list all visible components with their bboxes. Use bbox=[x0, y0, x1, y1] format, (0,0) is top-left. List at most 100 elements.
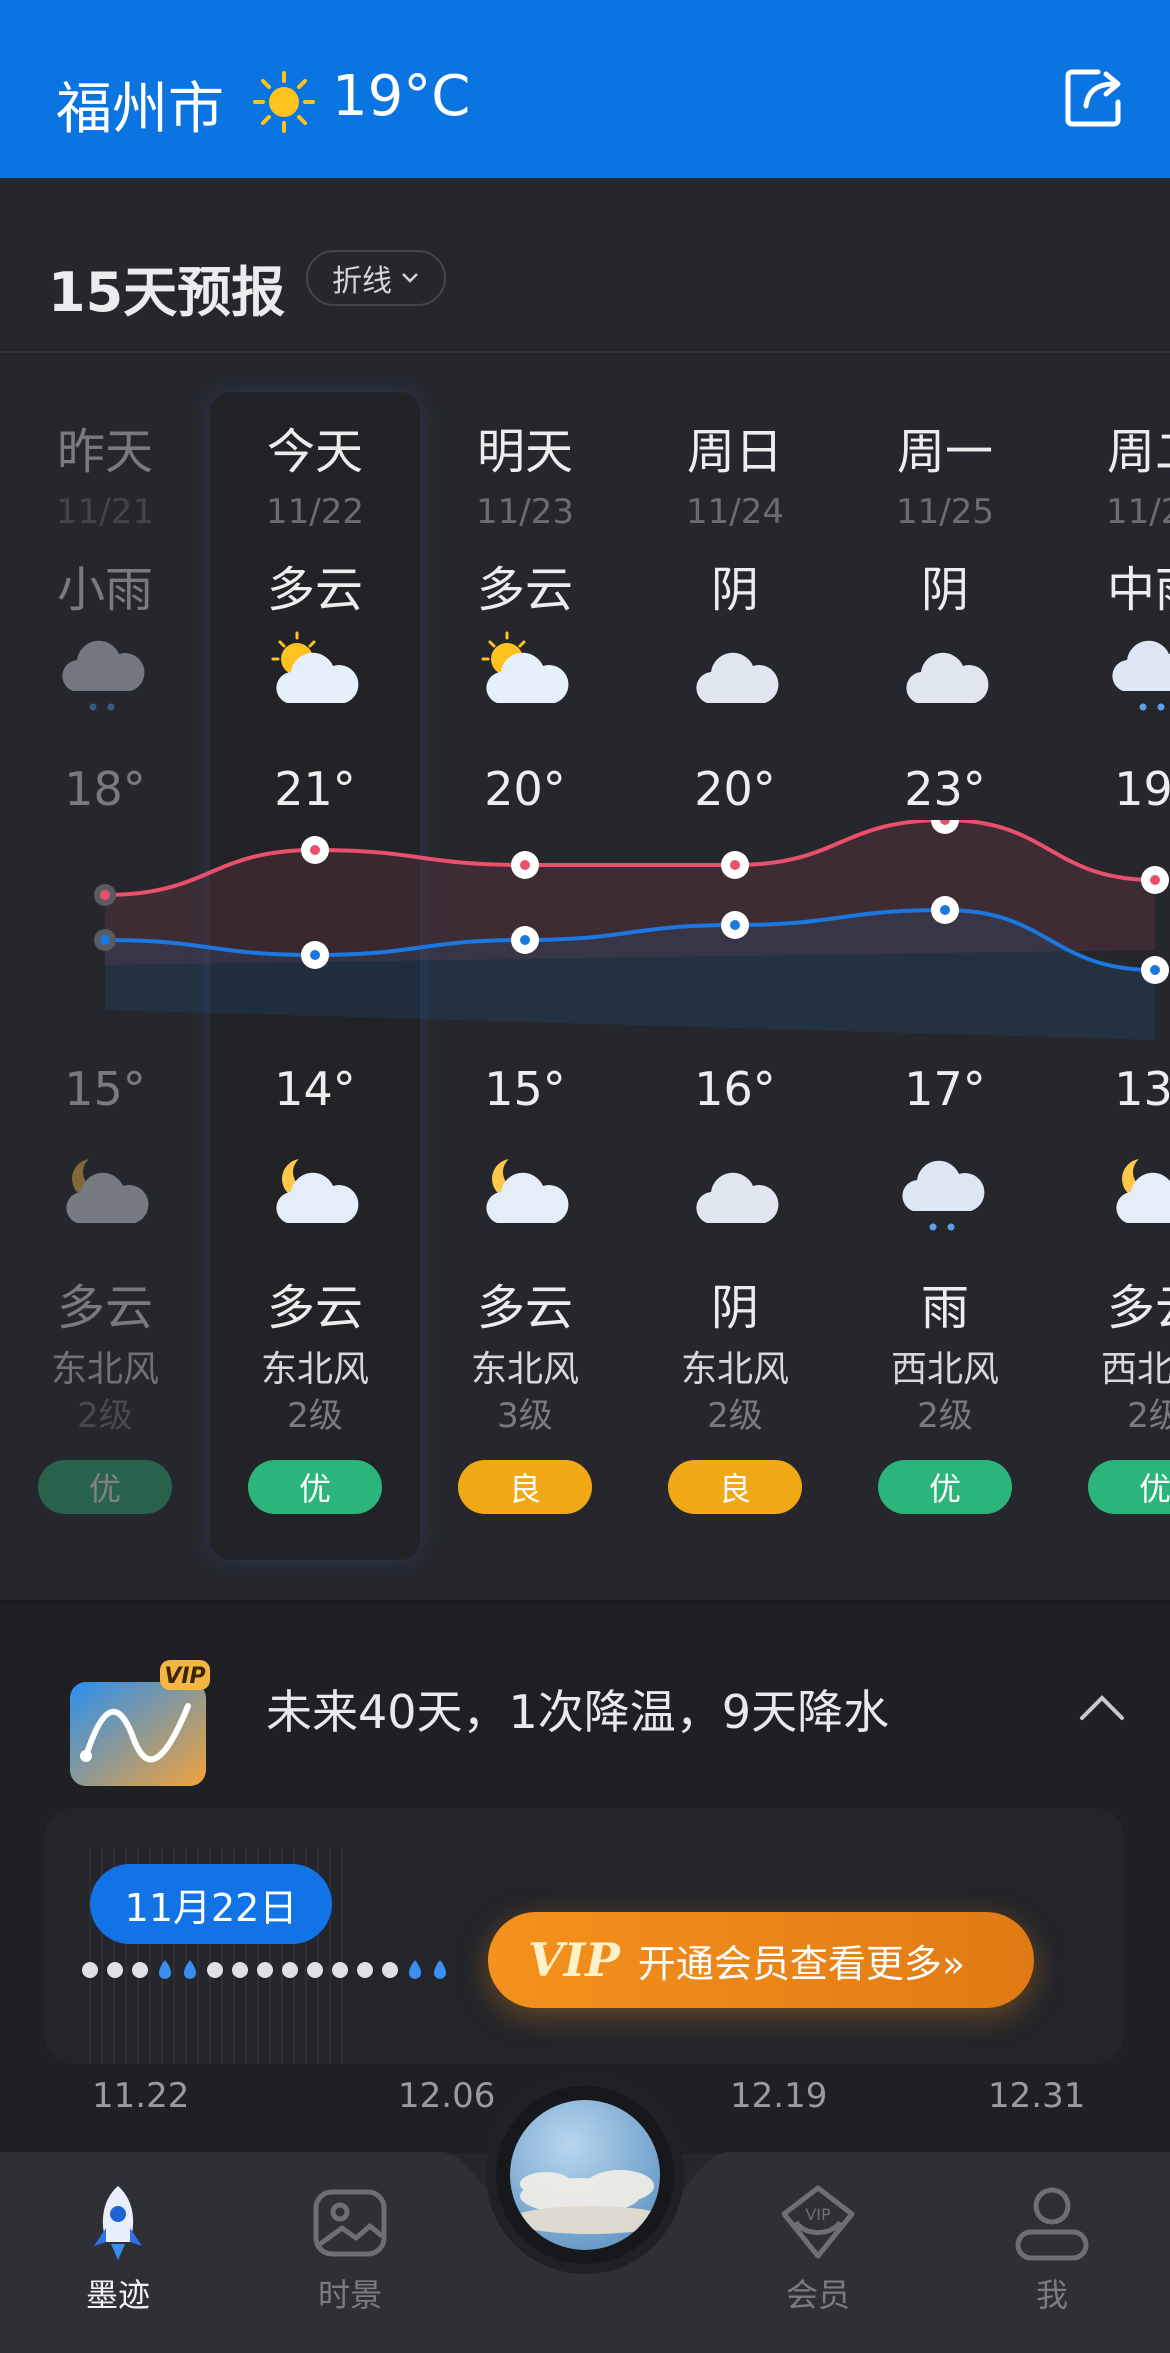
cloud-icon bbox=[685, 1145, 785, 1245]
svg-text:VIP: VIP bbox=[805, 2205, 831, 2224]
wind-direction: 东北风 bbox=[50, 1349, 159, 1390]
night-condition: 多云 bbox=[266, 1280, 363, 1336]
high-temp-point-core bbox=[1150, 875, 1160, 885]
low-temp-point-core bbox=[940, 905, 950, 915]
air-quality-badge[interactable]: 优 bbox=[1088, 1460, 1170, 1514]
rain-cloud-icon bbox=[1105, 625, 1170, 725]
sky-photo-button[interactable] bbox=[496, 2086, 674, 2264]
current-temperature: 19°C bbox=[332, 64, 471, 129]
sun-icon bbox=[253, 71, 315, 133]
temperature-chart bbox=[94, 820, 1169, 1040]
high-temperature: 21° bbox=[274, 762, 356, 816]
high-temp-point-core bbox=[730, 860, 740, 870]
wind-level: 3级 bbox=[497, 1396, 553, 1436]
axis-date: 12.06 bbox=[398, 2076, 496, 2116]
vip-tag: VIP bbox=[528, 1933, 620, 1987]
nav-item-shijing[interactable]: 时景 bbox=[260, 2182, 440, 2342]
day-date: 11/26 bbox=[1106, 492, 1170, 532]
wind-direction: 西北风 bbox=[890, 1349, 999, 1390]
wind-direction: 西北风 bbox=[1100, 1349, 1170, 1390]
day-date: 11/23 bbox=[476, 492, 574, 532]
sun-cloud-icon bbox=[475, 625, 575, 725]
rain-drop-icon bbox=[409, 1960, 421, 1979]
sky-photo-icon bbox=[510, 2100, 660, 2250]
cloud-icon bbox=[685, 625, 785, 725]
chevron-up-icon[interactable] bbox=[1076, 1690, 1128, 1726]
day-condition: 中雨 bbox=[1106, 562, 1170, 618]
dry-day-dot bbox=[332, 1962, 348, 1978]
air-quality-badge[interactable]: 优 bbox=[248, 1460, 382, 1514]
wind-level: 2级 bbox=[287, 1396, 343, 1436]
dry-day-dot bbox=[132, 1962, 148, 1978]
dry-day-dot bbox=[357, 1962, 373, 1978]
day-name: 明天 bbox=[476, 424, 573, 480]
day-condition: 多云 bbox=[476, 562, 573, 618]
low-temp-point-core bbox=[100, 935, 110, 945]
dry-day-dot bbox=[207, 1962, 223, 1978]
rain-drop-icon bbox=[184, 1960, 196, 1979]
wind-level: 2级 bbox=[707, 1396, 763, 1436]
dry-day-dot bbox=[107, 1962, 123, 1978]
nav-item-me[interactable]: 我 bbox=[962, 2182, 1142, 2342]
vip-cta-label: 开通会员查看更多» bbox=[637, 1941, 966, 1986]
precipitation-dot-row bbox=[82, 1960, 446, 1979]
day-condition: 阴 bbox=[710, 562, 759, 618]
wind-direction: 东北风 bbox=[470, 1349, 579, 1390]
vip-trend-icon[interactable]: VIP bbox=[68, 1660, 210, 1788]
air-quality-badge[interactable]: 良 bbox=[458, 1460, 592, 1514]
night-condition: 多云 bbox=[476, 1280, 573, 1336]
wind-direction: 东北风 bbox=[680, 1349, 789, 1390]
day-name: 昨天 bbox=[56, 424, 153, 480]
top-bar: 福州市 19°C bbox=[0, 0, 1170, 178]
axis-date: 12.19 bbox=[730, 2076, 828, 2116]
dry-day-dot bbox=[82, 1962, 98, 1978]
nav-label: 会员 bbox=[785, 2276, 850, 2314]
axis-date: 12.31 bbox=[988, 2076, 1086, 2116]
moon-cloud-icon bbox=[1105, 1145, 1170, 1245]
high-temperature: 20° bbox=[484, 762, 566, 816]
night-condition: 多云 bbox=[56, 1280, 153, 1336]
high-temperature: 23° bbox=[904, 762, 986, 816]
day-date: 11/22 bbox=[266, 492, 364, 532]
wind-level: 2级 bbox=[917, 1396, 973, 1436]
nav-label: 我 bbox=[1035, 2276, 1068, 2314]
low-temp-point-core bbox=[520, 935, 530, 945]
vip-summary: 未来40天，1次降温，9天降水 bbox=[266, 1685, 890, 1739]
air-quality-badge[interactable]: 良 bbox=[668, 1460, 802, 1514]
day-name: 周二 bbox=[1106, 424, 1170, 480]
nav-label: 墨迹 bbox=[85, 2276, 150, 2314]
night-condition: 阴 bbox=[710, 1280, 759, 1336]
wind-direction: 东北风 bbox=[260, 1349, 369, 1390]
share-icon[interactable] bbox=[1064, 66, 1124, 130]
rain-drop-icon bbox=[434, 1960, 446, 1979]
nav-item-moji[interactable]: 墨迹 bbox=[28, 2182, 208, 2342]
night-condition: 多云 bbox=[1106, 1280, 1170, 1336]
chevron-down-icon bbox=[402, 273, 418, 283]
sun-cloud-icon bbox=[265, 625, 365, 725]
dry-day-dot bbox=[382, 1962, 398, 1978]
moon-cloud-icon bbox=[475, 1145, 575, 1245]
high-temperature: 18° bbox=[64, 762, 146, 816]
air-quality-badge[interactable]: 优 bbox=[878, 1460, 1012, 1514]
high-temp-point-core bbox=[520, 860, 530, 870]
rocket-icon bbox=[94, 2186, 142, 2260]
chart-mode-dropdown[interactable]: 折线 bbox=[306, 250, 446, 306]
vip-upgrade-button[interactable]: VIP 开通会员查看更多» bbox=[488, 1912, 1034, 2008]
day-date: 11/24 bbox=[686, 492, 784, 532]
low-temp-point-core bbox=[1150, 965, 1160, 975]
air-quality-badge[interactable]: 优 bbox=[38, 1460, 172, 1514]
day-condition: 阴 bbox=[920, 562, 969, 618]
user-icon bbox=[1015, 2187, 1089, 2261]
day-name: 今天 bbox=[266, 424, 363, 480]
forecast-title: 15天预报 bbox=[48, 261, 286, 324]
rain-cloud-icon bbox=[895, 1145, 995, 1245]
city-name[interactable]: 福州市 bbox=[56, 64, 224, 145]
nav-item-vip[interactable]: VIP 会员 bbox=[728, 2182, 908, 2342]
high-temperature: 19° bbox=[1114, 762, 1170, 816]
moon-cloud-icon bbox=[265, 1145, 365, 1245]
wind-level: 2级 bbox=[1127, 1396, 1170, 1436]
day-condition: 小雨 bbox=[56, 562, 153, 618]
selected-date-bubble: 11月22日 bbox=[90, 1864, 332, 1944]
high-temp-point-core bbox=[310, 845, 320, 855]
chart-mode-label: 折线 bbox=[332, 264, 392, 299]
